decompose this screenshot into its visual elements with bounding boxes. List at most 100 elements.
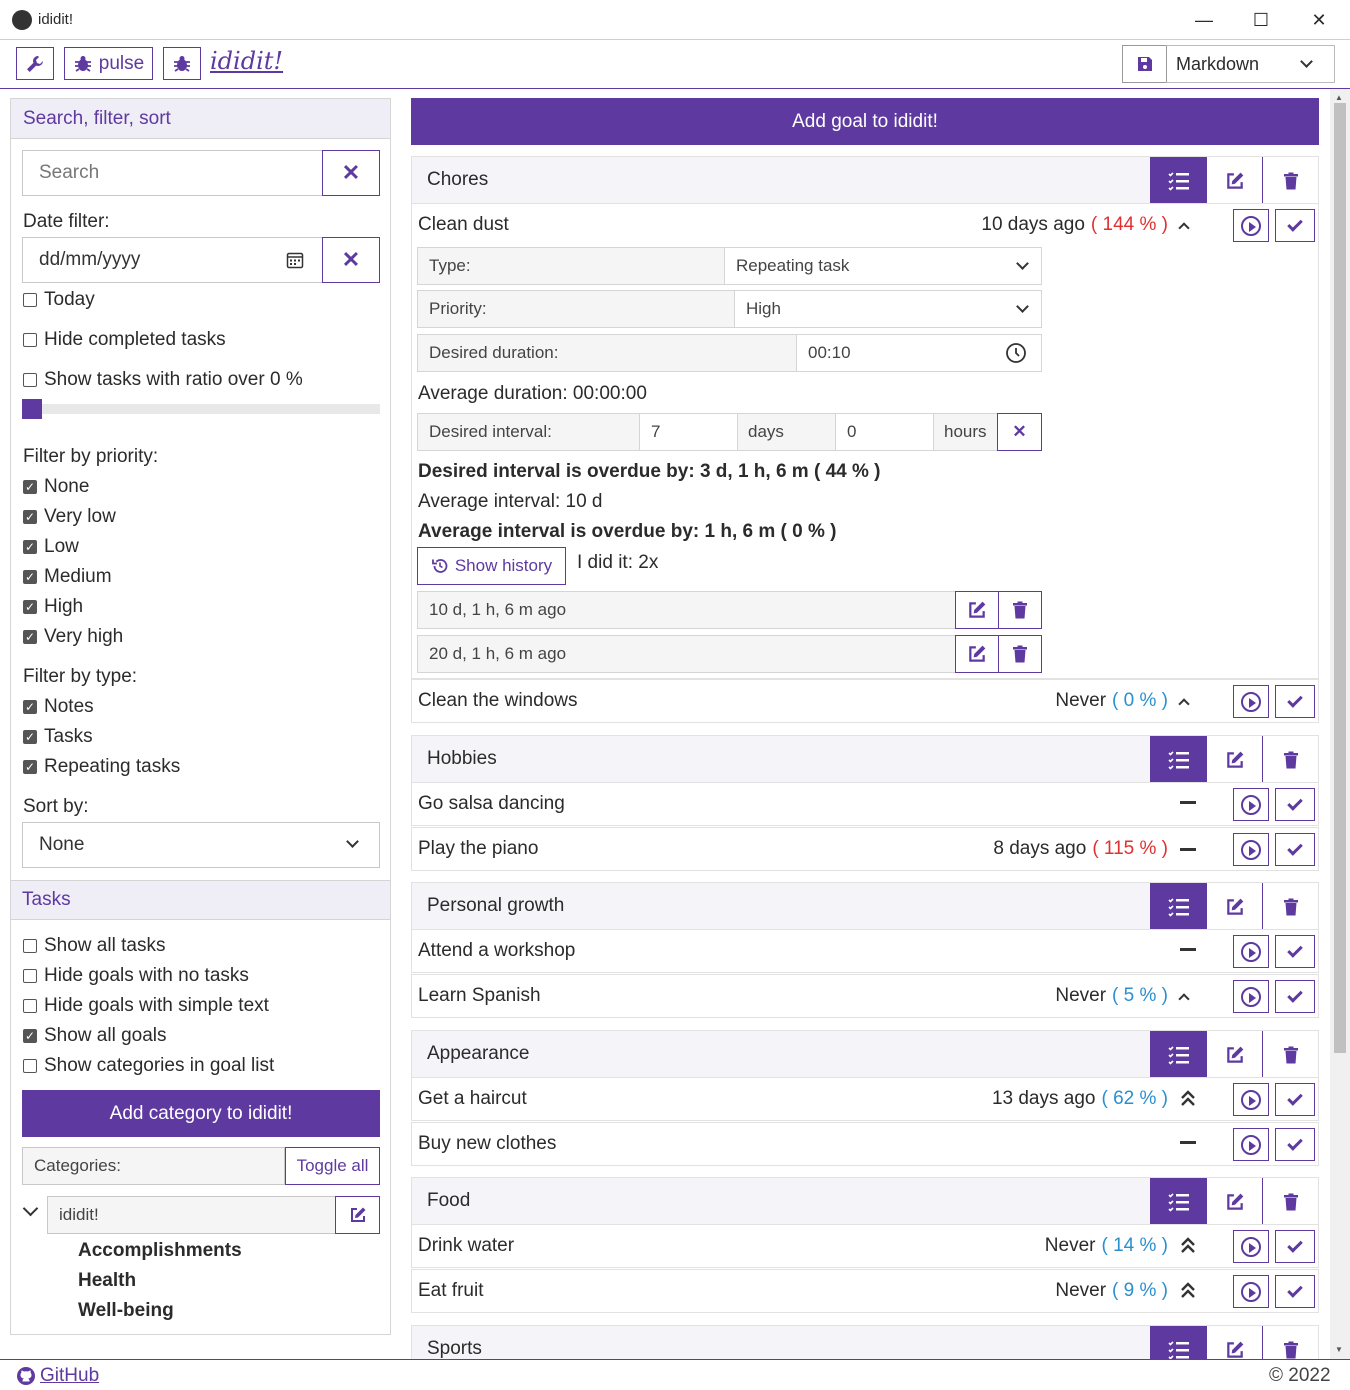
goal-item[interactable]: Drink water Never( 14 % ) (411, 1224, 1319, 1268)
format-select[interactable]: Markdown (1166, 45, 1335, 83)
maximize-button[interactable]: ☐ (1232, 0, 1290, 40)
search-input[interactable]: Search (22, 150, 324, 196)
delete-history-button[interactable] (998, 635, 1042, 673)
task-option-checkbox[interactable]: Hide goals with no tasks (23, 965, 249, 987)
date-input[interactable]: dd/mm/yyyy (22, 237, 324, 283)
goal-item[interactable]: Attend a workshop (411, 929, 1319, 973)
checkbox-box[interactable] (23, 373, 37, 387)
checkbox-box[interactable] (23, 333, 37, 347)
start-timer-button[interactable] (1233, 1275, 1269, 1308)
task-option-checkbox[interactable]: Hide goals with simple text (23, 995, 269, 1017)
interval-hours-input[interactable]: 0 (836, 414, 934, 450)
edit-category-button[interactable] (1206, 883, 1262, 931)
toggle-tasks-button[interactable] (1150, 883, 1206, 931)
minimize-button[interactable]: — (1175, 0, 1233, 40)
type-checkbox[interactable]: ✓ Notes (23, 696, 94, 718)
edit-category-button[interactable] (1206, 157, 1262, 205)
type-field[interactable]: Type: Repeating task (417, 247, 1042, 285)
edit-category-button[interactable] (1206, 1178, 1262, 1226)
add-category-button[interactable]: Add category to ididit! (22, 1090, 380, 1137)
delete-category-button[interactable] (1262, 157, 1318, 205)
start-timer-button[interactable] (1233, 980, 1269, 1013)
scroll-up-icon[interactable]: ▲ (1335, 93, 1343, 102)
task-option-checkbox[interactable]: ✓ Show all goals (23, 1025, 167, 1047)
goal-item[interactable]: Learn Spanish Never( 5 % ) (411, 974, 1319, 1018)
scrollbar-thumb[interactable] (1334, 103, 1346, 1053)
start-timer-button[interactable] (1233, 833, 1269, 866)
tree-root-item[interactable]: ididit! (47, 1196, 336, 1234)
toggle-tasks-button[interactable] (1150, 157, 1206, 205)
priority-checkbox[interactable]: ✓ Very high (23, 626, 123, 648)
mark-done-button[interactable] (1275, 788, 1315, 821)
toggle-tasks-button[interactable] (1150, 1031, 1206, 1079)
edit-category-button[interactable] (335, 1196, 380, 1234)
tree-child-item[interactable]: Health (78, 1270, 136, 1292)
checkbox-box[interactable]: ✓ (23, 540, 37, 554)
priority-checkbox[interactable]: ✓ Medium (23, 566, 112, 588)
mark-done-button[interactable] (1275, 1083, 1315, 1116)
priority-checkbox[interactable]: ✓ High (23, 596, 83, 618)
delete-category-button[interactable] (1262, 1178, 1318, 1226)
start-timer-button[interactable] (1233, 788, 1269, 821)
mark-done-button[interactable] (1275, 1128, 1315, 1161)
checkbox-box[interactable] (23, 999, 37, 1013)
checkbox-box[interactable] (23, 939, 37, 953)
checkbox-box[interactable]: ✓ (23, 700, 37, 714)
edit-category-button[interactable] (1206, 1031, 1262, 1079)
mark-done-button[interactable] (1275, 980, 1315, 1013)
goal-item[interactable]: Go salsa dancing (411, 782, 1319, 826)
ratio-slider-handle[interactable] (22, 399, 42, 419)
type-checkbox[interactable]: ✓ Tasks (23, 726, 93, 748)
calendar-icon[interactable] (286, 251, 304, 269)
scroll-down-icon[interactable]: ▼ (1335, 1345, 1343, 1354)
options-button[interactable] (16, 47, 54, 80)
mark-done-button[interactable] (1275, 1230, 1315, 1263)
type-checkbox[interactable]: ✓ Repeating tasks (23, 756, 180, 778)
debug-button[interactable] (163, 47, 201, 80)
priority-checkbox[interactable]: ✓ Low (23, 536, 79, 558)
mark-done-button[interactable] (1275, 209, 1315, 242)
checkbox-box[interactable]: ✓ (23, 480, 37, 494)
task-option-checkbox[interactable]: Show categories in goal list (23, 1055, 274, 1077)
mark-done-button[interactable] (1275, 935, 1315, 968)
delete-category-button[interactable] (1262, 736, 1318, 784)
edit-history-button[interactable] (955, 591, 999, 629)
hide-completed-checkbox[interactable]: Hide completed tasks (23, 329, 226, 351)
goal-item[interactable]: Clean the windows Never( 0 % ) (411, 679, 1319, 723)
edit-category-button[interactable] (1206, 736, 1262, 784)
delete-category-button[interactable] (1262, 883, 1318, 931)
toggle-tasks-button[interactable] (1150, 736, 1206, 784)
goal-item[interactable]: Get a haircut 13 days ago( 62 % ) (411, 1077, 1319, 1121)
tree-child-item[interactable]: Well-being (78, 1300, 174, 1322)
today-checkbox[interactable]: Today (23, 289, 95, 311)
toggle-all-button[interactable]: Toggle all (285, 1147, 380, 1185)
checkbox-box[interactable]: ✓ (23, 510, 37, 524)
checkbox-box[interactable] (23, 293, 37, 307)
main-scrollbar[interactable]: ▲ ▼ (1330, 89, 1350, 1359)
delete-category-button[interactable] (1262, 1031, 1318, 1079)
start-timer-button[interactable] (1233, 1230, 1269, 1263)
toggle-tasks-button[interactable] (1150, 1178, 1206, 1226)
checkbox-box[interactable]: ✓ (23, 630, 37, 644)
priority-field[interactable]: Priority: High (417, 290, 1042, 328)
mark-done-button[interactable] (1275, 833, 1315, 866)
checkbox-box[interactable]: ✓ (23, 760, 37, 774)
ratio-checkbox[interactable]: Show tasks with ratio over 0 % (23, 369, 303, 391)
interval-days-input[interactable]: 7 (640, 414, 738, 450)
start-timer-button[interactable] (1233, 685, 1269, 718)
goal-item[interactable]: Play the piano 8 days ago( 115 % ) (411, 827, 1319, 871)
start-timer-button[interactable] (1233, 1083, 1269, 1116)
task-option-checkbox[interactable]: Show all tasks (23, 935, 165, 957)
sort-select[interactable]: None (22, 822, 380, 868)
priority-checkbox[interactable]: ✓ Very low (23, 506, 116, 528)
tree-child-item[interactable]: Accomplishments (78, 1240, 242, 1262)
start-timer-button[interactable] (1233, 209, 1269, 242)
checkbox-box[interactable]: ✓ (23, 600, 37, 614)
checkbox-box[interactable]: ✓ (23, 730, 37, 744)
checkbox-box[interactable] (23, 969, 37, 983)
checkbox-box[interactable] (23, 1059, 37, 1073)
start-timer-button[interactable] (1233, 1128, 1269, 1161)
edit-history-button[interactable] (955, 635, 999, 673)
save-button[interactable] (1122, 45, 1167, 83)
clear-interval-button[interactable]: ✕ (997, 413, 1042, 451)
